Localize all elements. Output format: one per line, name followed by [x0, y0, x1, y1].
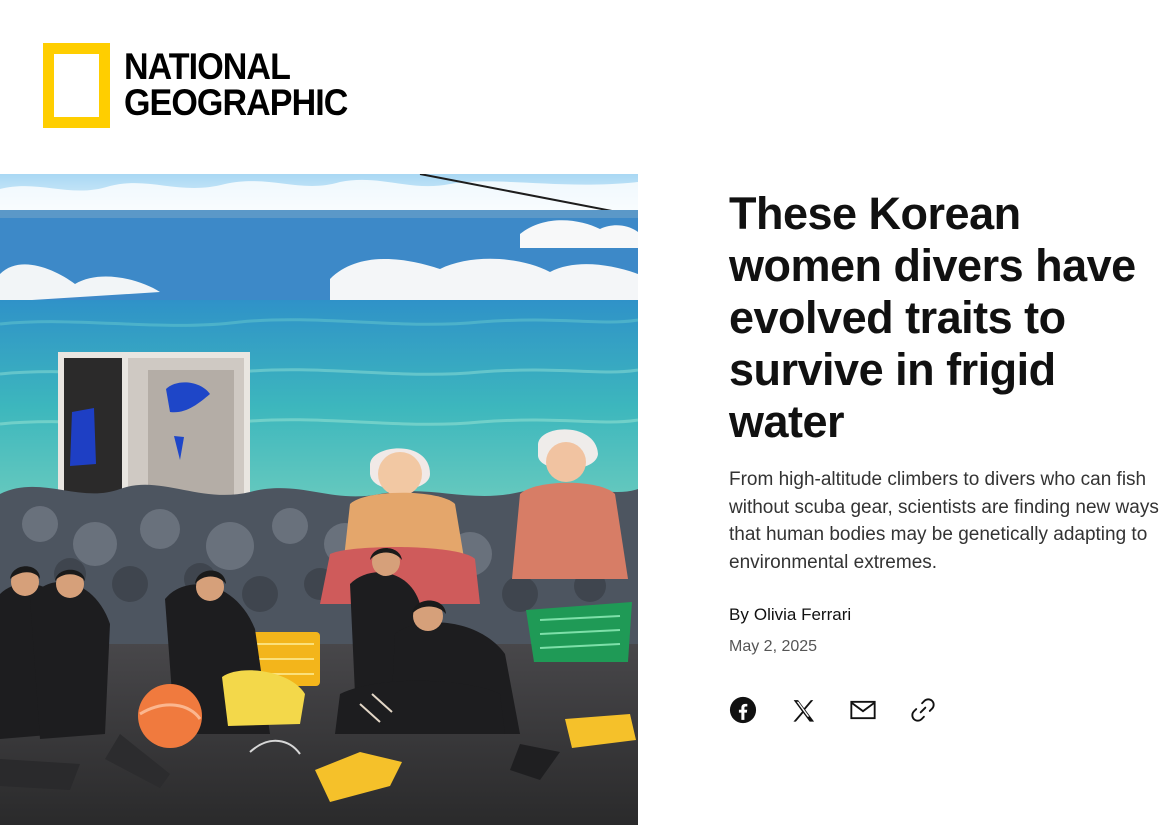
logo-line2: GEOGRAPHIC	[124, 82, 348, 123]
logo-wordmark: NATIONAL GEOGRAPHIC	[124, 46, 348, 123]
yellow-border-icon	[43, 42, 110, 128]
link-icon	[911, 698, 935, 722]
facebook-icon	[729, 696, 757, 724]
share-email-button[interactable]	[849, 696, 877, 724]
article-page: NATIONAL GEOGRAPHIC These Korean women d…	[0, 0, 1169, 825]
share-x-button[interactable]	[789, 696, 817, 724]
national-geographic-logo[interactable]: NATIONAL GEOGRAPHIC	[43, 42, 373, 128]
copy-link-button[interactable]	[909, 696, 937, 724]
article-dek: From high-altitude climbers to divers wh…	[729, 469, 1159, 573]
publish-date: May 2, 2025	[729, 638, 818, 655]
byline-prefix: By	[729, 605, 749, 624]
mail-icon	[850, 700, 876, 720]
article-header: These Korean women divers have evolved t…	[729, 188, 1159, 724]
x-icon	[793, 700, 815, 722]
share-bar	[729, 696, 1159, 724]
share-facebook-button[interactable]	[729, 696, 757, 724]
byline: By Olivia Ferrari	[729, 605, 1159, 625]
hero-image	[0, 174, 638, 825]
author-link[interactable]: Olivia Ferrari	[754, 605, 851, 624]
logo-line1: NATIONAL	[124, 46, 291, 88]
article-headline: These Korean women divers have evolved t…	[729, 188, 1136, 447]
